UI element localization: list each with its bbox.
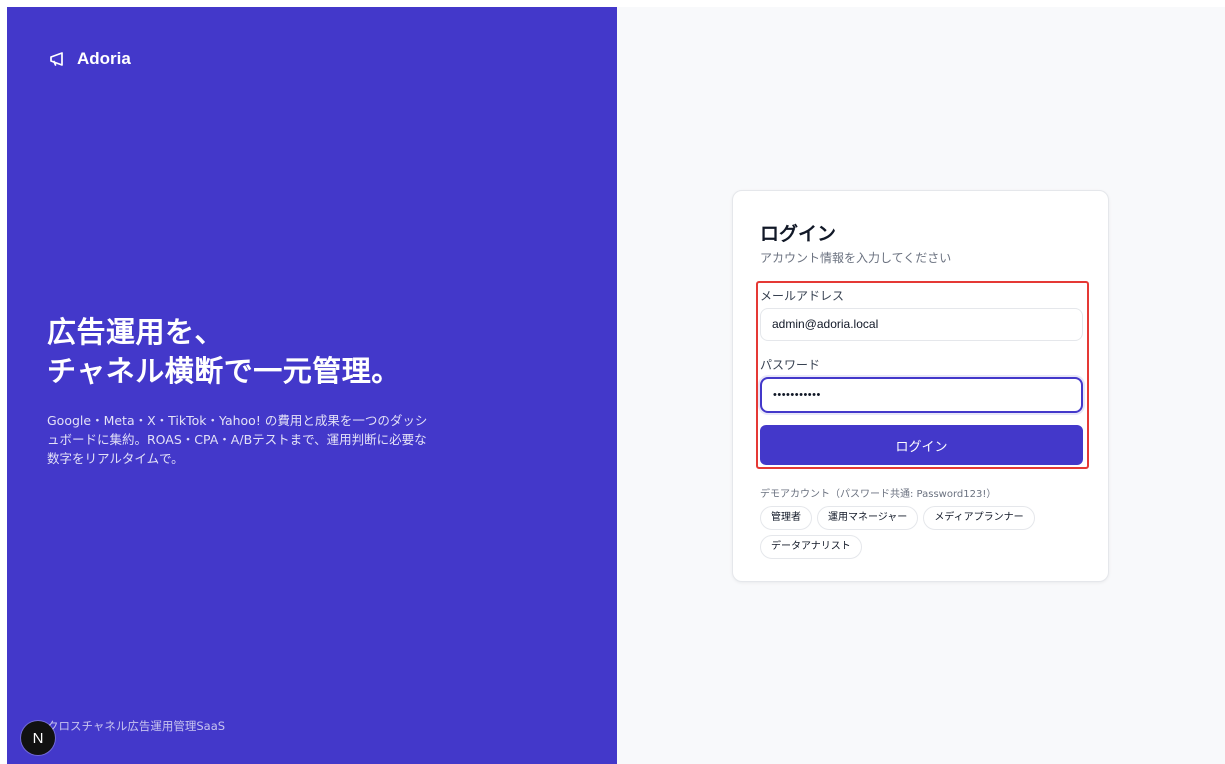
footer-tagline: クロスチャネル広告運用管理SaaS <box>47 719 226 733</box>
login-title: ログイン <box>760 223 837 245</box>
email-input[interactable]: admin@adoria.local <box>760 308 1083 341</box>
nextjs-dev-badge[interactable]: N <box>21 721 55 755</box>
demo-accounts-heading: デモアカウント（パスワード共通: Password123!） <box>760 489 997 500</box>
login-subtitle: アカウント情報を入力してください <box>760 251 952 265</box>
megaphone-icon <box>49 51 69 67</box>
demo-chip-media-planner[interactable]: メディアプランナー <box>923 506 1035 530</box>
email-label: メールアドレス <box>760 289 845 303</box>
hero-description: Google・Meta・X・TikTok・Yahoo! の費用と成果を一つのダッ… <box>47 413 428 466</box>
login-button[interactable]: ログイン <box>760 425 1083 465</box>
demo-chip-admin[interactable]: 管理者 <box>760 506 812 530</box>
hero-title: 広告運用を、 チャネル横断で一元管理。 <box>47 313 401 391</box>
brand-panel: Adoria 広告運用を、 チャネル横断で一元管理。 Google・Meta・X… <box>7 7 617 764</box>
login-card: ログイン アカウント情報を入力してください メールアドレス admin@ador… <box>732 190 1109 582</box>
login-panel: ログイン アカウント情報を入力してください メールアドレス admin@ador… <box>617 7 1225 764</box>
hero-title-line1: 広告運用を、 <box>47 315 225 349</box>
login-page: Adoria 広告運用を、 チャネル横断で一元管理。 Google・Meta・X… <box>0 0 1225 764</box>
demo-chip-ops-manager[interactable]: 運用マネージャー <box>817 506 919 530</box>
demo-chip-data-analyst[interactable]: データアナリスト <box>760 535 862 559</box>
password-input[interactable]: ••••••••••• <box>760 377 1083 413</box>
brand-name: Adoria <box>77 49 131 68</box>
brand-logo: Adoria <box>49 49 131 69</box>
hero-title-line2: チャネル横断で一元管理。 <box>47 354 401 388</box>
demo-account-chips: 管理者 運用マネージャー メディアプランナー データアナリスト <box>760 506 1080 559</box>
password-label: パスワード <box>760 358 821 372</box>
